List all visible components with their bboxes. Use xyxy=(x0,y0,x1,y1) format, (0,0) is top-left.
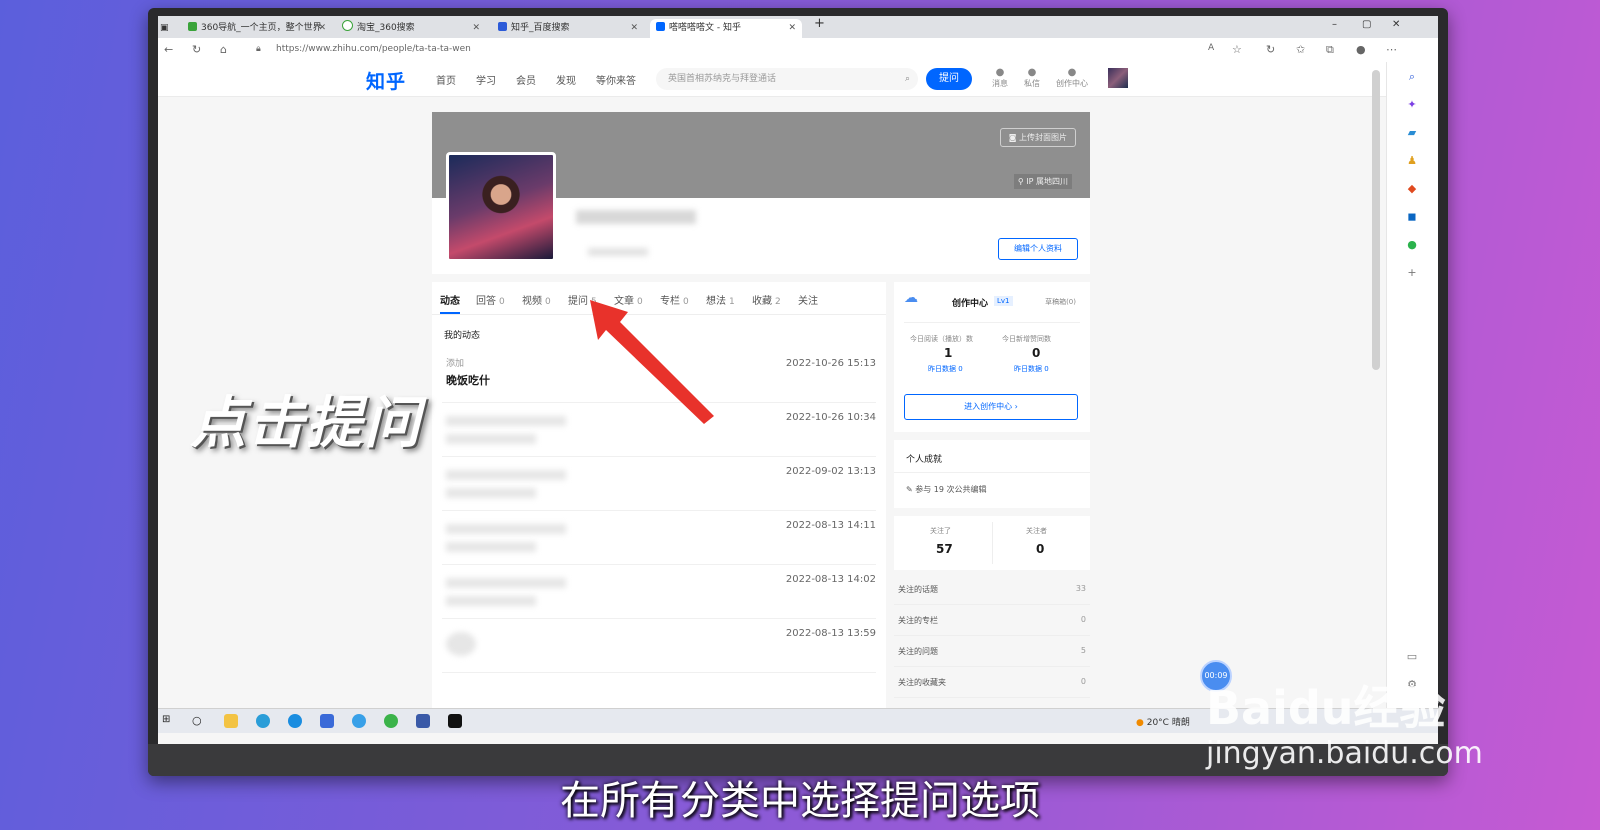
baidu-watermark: Baidu经验 xyxy=(1206,681,1446,735)
arrow-shape xyxy=(590,300,714,424)
instruction-overlay: 点击提问 xyxy=(190,391,422,456)
video-subtitle: 在所有分类中选择提问选项 xyxy=(560,778,1040,824)
watermark-url: jingyan.baidu.com xyxy=(1206,736,1483,771)
